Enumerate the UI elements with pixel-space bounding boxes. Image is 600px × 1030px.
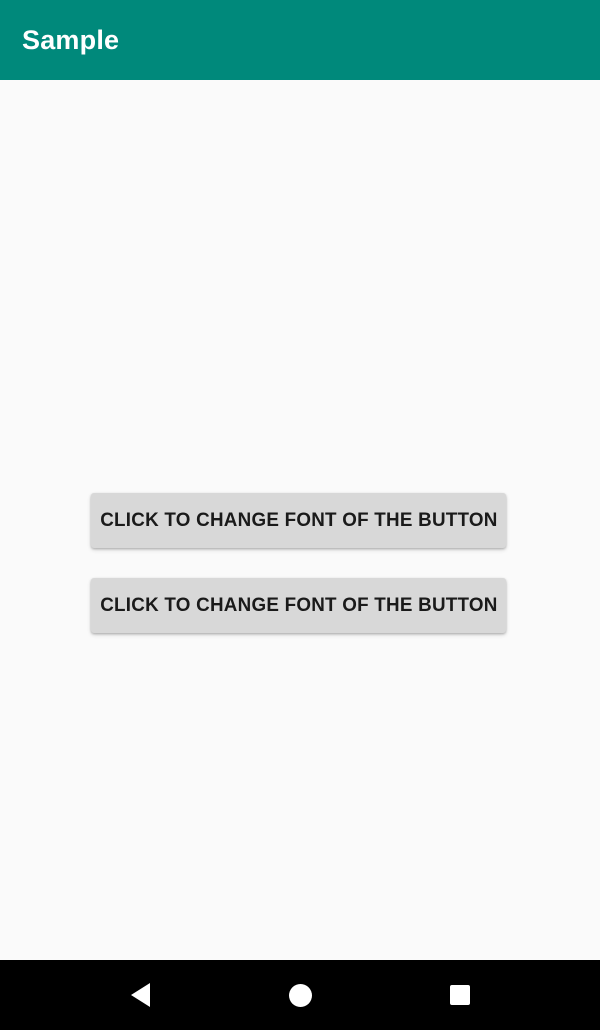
change-font-button-primary-label: CLICK TO CHANGE FONT OF THE BUTTON xyxy=(99,508,498,531)
phone-screen: Sample CLICK TO CHANGE FONT OF THE BUTTO… xyxy=(0,0,600,1030)
nav-recents-button[interactable] xyxy=(425,960,495,1030)
change-font-button-secondary-label: CLICK TO CHANGE FONT OF THE BUTTON xyxy=(99,593,498,616)
nav-home-button[interactable] xyxy=(265,960,335,1030)
page-title: Sample xyxy=(22,24,120,55)
change-font-button-secondary[interactable]: CLICK TO CHANGE FONT OF THE BUTTON xyxy=(91,578,506,633)
change-font-button-primary[interactable]: CLICK TO CHANGE FONT OF THE BUTTON xyxy=(91,493,506,548)
main-content: CLICK TO CHANGE FONT OF THE BUTTON CLICK… xyxy=(0,80,600,960)
square-icon xyxy=(450,985,470,1005)
app-bar: Sample xyxy=(0,0,600,80)
triangle-left-icon xyxy=(130,983,150,1007)
nav-back-button[interactable] xyxy=(105,960,175,1030)
circle-icon xyxy=(288,983,312,1007)
system-navigation-bar xyxy=(0,960,600,1030)
